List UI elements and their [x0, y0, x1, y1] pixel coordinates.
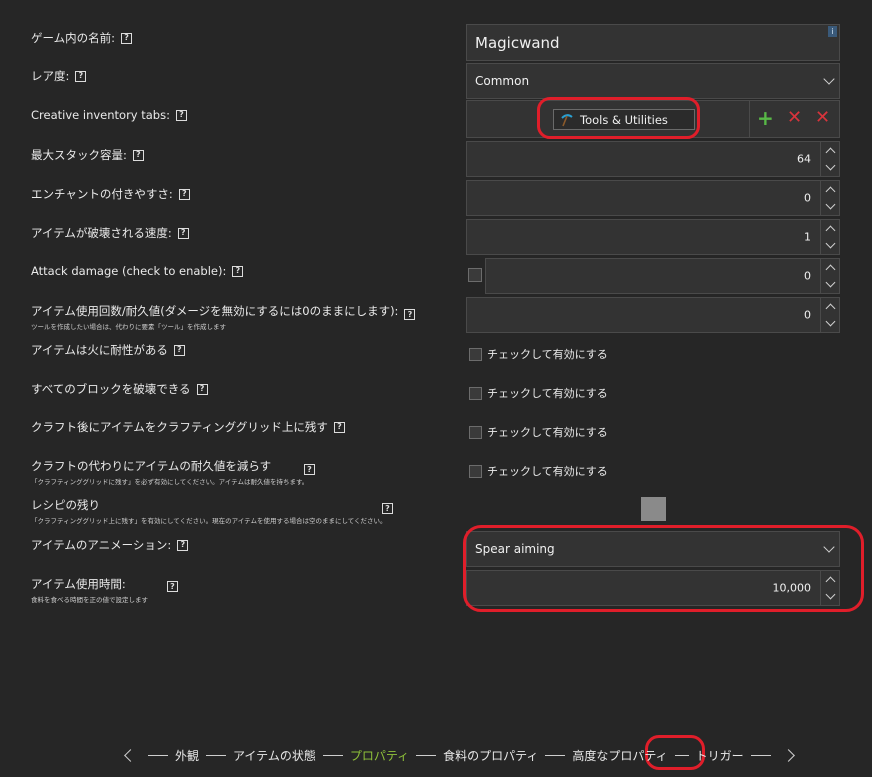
fire-resistant-checkbox[interactable]: チェックして有効にする: [469, 346, 608, 362]
label-use-duration: アイテム使用時間: 食料を食べる時間を正の値で設定します ?: [31, 576, 178, 604]
max-stack-input[interactable]: 64: [466, 141, 840, 177]
stepper[interactable]: [820, 142, 839, 176]
nav-item-states[interactable]: アイテムの状態: [233, 747, 316, 764]
stepper[interactable]: [820, 571, 839, 605]
label-stay-in-grid: クラフト後にアイテムをクラフティンググリッド上に残す?: [31, 419, 345, 435]
stepper[interactable]: [820, 220, 839, 254]
label-creative-tabs: Creative inventory tabs:?: [31, 108, 187, 122]
nav-properties[interactable]: プロパティ: [350, 747, 409, 764]
label-uses: アイテム使用回数/耐久値(ダメージを無効にするには0のままにします): ツールを…: [31, 303, 416, 331]
name-input[interactable]: Magicwand i: [466, 24, 840, 61]
label-animation: アイテムのアニメーション:?: [31, 537, 189, 553]
chevron-up-icon[interactable]: [821, 142, 839, 159]
chevron-down-icon[interactable]: [821, 159, 839, 176]
label-destroy-speed: アイテムが破壊される速度:?: [31, 225, 189, 241]
stay-in-grid-checkbox[interactable]: チェックして有効にする: [469, 424, 608, 440]
uses-input[interactable]: 0: [466, 297, 840, 333]
chevron-down-icon: [823, 73, 835, 85]
recipe-remainder-slot[interactable]: [641, 497, 666, 521]
page-navigation: 外観 アイテムの状態 プロパティ 食料のプロパティ 高度なプロパティ トリガー: [124, 744, 795, 766]
chevron-down-icon[interactable]: [821, 588, 839, 605]
help-icon[interactable]: ?: [75, 70, 87, 82]
remove-icon[interactable]: ✕: [787, 108, 802, 128]
creative-tab-chip[interactable]: Tools & Utilities: [553, 109, 695, 130]
label-damage-on-craft: クラフトの代わりにアイテムの耐久値を減らす 「クラフティンググリッドに残す」を必…: [31, 458, 315, 486]
enchantability-input[interactable]: 0: [466, 180, 840, 216]
chevron-up-icon[interactable]: [821, 259, 839, 276]
use-duration-input[interactable]: 10,000: [466, 570, 840, 606]
label-name: ゲーム内の名前:?: [31, 30, 133, 46]
animation-select[interactable]: Spear aiming: [466, 531, 840, 567]
help-icon[interactable]: ?: [167, 581, 178, 592]
chevron-down-icon: [823, 541, 835, 553]
help-icon[interactable]: ?: [333, 421, 345, 433]
help-icon[interactable]: ?: [404, 309, 416, 320]
destroy-speed-input[interactable]: 1: [466, 219, 840, 255]
rarity-select[interactable]: Common: [466, 63, 840, 99]
help-icon[interactable]: ?: [175, 109, 187, 121]
label-attack-damage: Attack damage (check to enable):?: [31, 264, 244, 278]
stepper[interactable]: [820, 298, 839, 332]
help-icon[interactable]: ?: [177, 227, 189, 239]
damage-on-craft-checkbox[interactable]: チェックして有効にする: [469, 463, 608, 479]
label-fire-resistant: アイテムは火に耐性がある?: [31, 342, 185, 358]
help-icon[interactable]: ?: [232, 265, 244, 277]
help-icon[interactable]: ?: [178, 188, 190, 200]
label-enchantability: エンチャントの付きやすさ:?: [31, 186, 190, 202]
chevron-up-icon[interactable]: [821, 220, 839, 237]
label-recipe-remainder: レシピの残り 「クラフティンググリッド上に残す」を有効にしてください。現在のアイ…: [31, 497, 393, 525]
stepper[interactable]: [820, 259, 839, 293]
nav-triggers[interactable]: トリガー: [696, 747, 744, 764]
label-destroy-any: すべてのブロックを破壊できる?: [31, 381, 208, 397]
attack-damage-input[interactable]: 0: [485, 258, 840, 294]
chevron-right-icon[interactable]: [781, 748, 795, 762]
help-icon[interactable]: ?: [132, 149, 144, 161]
help-icon[interactable]: ?: [196, 383, 208, 395]
divider: [749, 101, 750, 137]
chevron-down-icon[interactable]: [821, 315, 839, 332]
chevron-up-icon[interactable]: [821, 298, 839, 315]
label-rarity: レア度:?: [31, 68, 87, 84]
nav-advanced-properties[interactable]: 高度なプロパティ: [572, 747, 667, 764]
help-icon[interactable]: ?: [304, 464, 315, 475]
pickaxe-icon: [560, 113, 574, 127]
help-icon[interactable]: ?: [382, 503, 393, 514]
nav-food-properties[interactable]: 食料のプロパティ: [443, 747, 538, 764]
chevron-up-icon[interactable]: [821, 181, 839, 198]
destroy-any-checkbox[interactable]: チェックして有効にする: [469, 385, 608, 401]
chevron-down-icon[interactable]: [821, 198, 839, 215]
attack-damage-checkbox[interactable]: [468, 268, 482, 282]
help-icon[interactable]: ?: [173, 344, 185, 356]
add-icon[interactable]: +: [757, 108, 774, 128]
label-max-stack: 最大スタック容量:?: [31, 147, 144, 163]
chevron-up-icon[interactable]: [821, 571, 839, 588]
info-icon[interactable]: i: [828, 26, 837, 37]
chevron-left-icon[interactable]: [124, 748, 137, 762]
chevron-down-icon[interactable]: [821, 276, 839, 293]
stepper[interactable]: [820, 181, 839, 215]
nav-appearance[interactable]: 外観: [175, 747, 199, 764]
help-icon[interactable]: ?: [177, 539, 189, 551]
creative-tabs-list[interactable]: Tools & Utilities + ✕ ✕: [466, 100, 840, 138]
clear-all-icon[interactable]: ✕: [815, 108, 830, 128]
chevron-down-icon[interactable]: [821, 237, 839, 254]
help-icon[interactable]: ?: [121, 32, 133, 44]
